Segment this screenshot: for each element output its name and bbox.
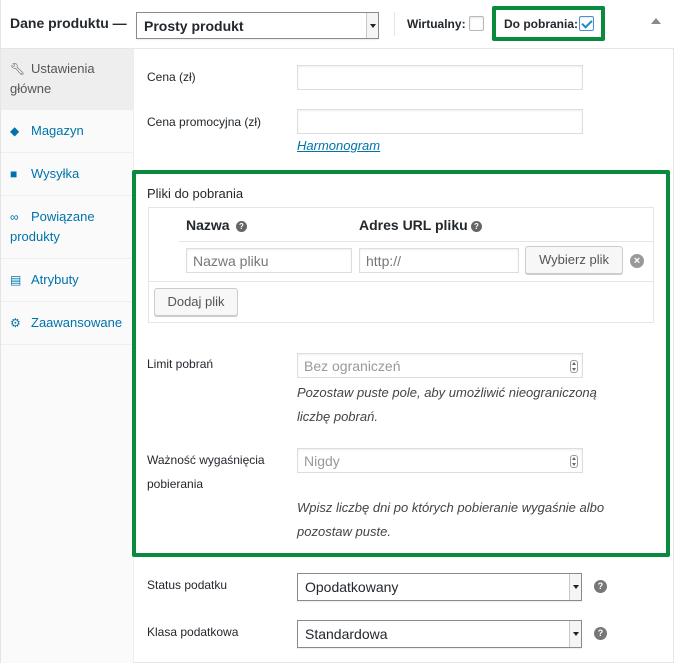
number-spinner-icon[interactable] — [570, 455, 578, 468]
download-expiry-label: pobierania — [147, 477, 204, 491]
tab-shipping[interactable]: ■ Wysyłka — [1, 153, 134, 196]
downloadable-files-title: Pliki do pobrania — [147, 186, 244, 201]
col-url-header: Adres URL pliku — [359, 217, 468, 233]
tab-label: Zaawansowane — [31, 315, 123, 330]
download-expiry-desc: Wpisz liczbę dni po których pobieranie w… — [297, 500, 605, 515]
download-limit-placeholder: Bez ograniczeń — [304, 358, 401, 374]
tax-status-select[interactable]: Opodatkowany — [297, 573, 582, 601]
download-expiry-desc: pozostaw puste. — [297, 524, 391, 539]
col-name-header: Nazwa — [186, 217, 230, 233]
panel-title: Dane produktu — — [10, 15, 127, 31]
tax-class-value: Standardowa — [305, 626, 388, 642]
download-expiry-input[interactable]: Nigdy — [297, 448, 583, 473]
truck-icon: ■ — [10, 167, 18, 181]
file-name-input[interactable]: Nazwa pliku — [186, 248, 352, 273]
collapse-toggle-icon[interactable] — [651, 18, 661, 24]
link-icon: ∞ — [10, 210, 19, 224]
help-icon[interactable]: ? — [471, 221, 482, 232]
chevron-down-icon — [569, 574, 581, 600]
tax-class-select[interactable]: Standardowa — [297, 620, 582, 648]
number-spinner-icon[interactable] — [570, 360, 578, 373]
help-icon[interactable]: ? — [594, 627, 607, 640]
price-label: Cena (zł) — [147, 70, 196, 84]
file-url-input[interactable]: http:// — [359, 248, 519, 273]
tab-label: Atrybuty — [31, 272, 79, 287]
add-file-button[interactable]: Dodaj plik — [154, 288, 238, 316]
tab-advanced[interactable]: ⚙ Zaawansowane — [1, 302, 134, 345]
product-type-value: Prosty produkt — [144, 18, 244, 34]
download-limit-input[interactable]: Bez ograniczeń — [297, 353, 583, 378]
help-icon[interactable]: ? — [594, 580, 607, 593]
downloadable-highlight — [492, 6, 605, 41]
virtual-label: Wirtualny: — [407, 17, 466, 31]
tax-class-label: Klasa podatkowa — [147, 625, 239, 639]
product-data-panel: Dane produktu — Prosty produkt Wirtualny… — [0, 0, 674, 663]
download-limit-label: Limit pobrań — [147, 357, 214, 371]
tab-attributes[interactable]: ▤ Atrybuty — [1, 259, 134, 302]
header-divider — [394, 12, 395, 36]
panel-header: Dane produktu — Prosty produkt Wirtualny… — [1, 0, 674, 49]
delete-file-icon[interactable]: × — [630, 254, 644, 268]
sale-price-label: Cena promocyjna (zł) — [147, 115, 262, 129]
tab-inventory[interactable]: ◆ Magazyn — [1, 110, 134, 153]
tab-linked-products[interactable]: ∞ Powiązane produkty — [1, 196, 134, 259]
tax-status-label: Status podatku — [147, 578, 228, 592]
download-limit-desc: Pozostaw puste pole, aby umożliwić nieog… — [297, 385, 597, 400]
table-divider — [179, 241, 653, 242]
tab-label: Magazyn — [31, 123, 84, 138]
product-type-select[interactable]: Prosty produkt — [136, 12, 379, 39]
choose-file-button[interactable]: Wybierz plik — [525, 246, 623, 274]
schedule-link[interactable]: Harmonogram — [297, 138, 380, 153]
wrench-icon: 🔧︎ — [10, 62, 26, 76]
download-expiry-placeholder: Nigdy — [304, 453, 340, 469]
price-input[interactable] — [297, 65, 583, 90]
virtual-checkbox[interactable] — [469, 16, 484, 31]
sale-price-input[interactable] — [297, 109, 583, 134]
tab-label: Wysyłka — [31, 166, 80, 181]
download-limit-desc: liczbę pobrań. — [297, 409, 378, 424]
tab-general[interactable]: 🔧︎ Ustawienia główne — [1, 49, 134, 110]
chevron-down-icon — [366, 13, 378, 38]
gear-icon: ⚙ — [10, 316, 21, 330]
tag-icon: ◆ — [10, 124, 20, 138]
download-expiry-label: Ważność wygaśnięcia — [147, 453, 265, 467]
product-data-tabs: 🔧︎ Ustawienia główne ◆ Magazyn ■ Wysyłka ∞ P… — [1, 49, 134, 663]
tax-status-value: Opodatkowany — [305, 579, 399, 595]
help-icon[interactable]: ? — [236, 221, 247, 232]
chevron-down-icon — [569, 621, 581, 647]
table-divider — [149, 281, 653, 282]
list-icon: ▤ — [10, 273, 22, 287]
